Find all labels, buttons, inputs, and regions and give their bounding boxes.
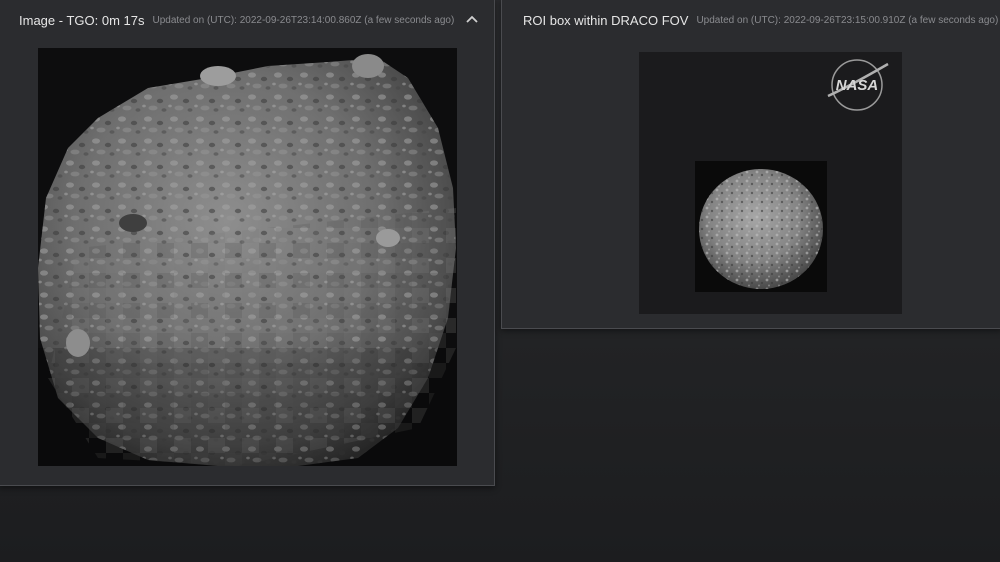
asteroid-close-up-picture [38, 48, 457, 466]
draco-fov-image: NASA [639, 52, 902, 314]
image-panel: Image - TGO: 0m 17s Updated on (UTC): 20… [0, 0, 495, 486]
panel-title: ROI box within DRACO FOV [523, 12, 689, 28]
roi-box [695, 161, 827, 292]
collapse-button[interactable] [462, 9, 482, 29]
nasa-logo-text: NASA [836, 77, 879, 94]
panel-header: Image - TGO: 0m 17s Updated on (UTC): 20… [0, 0, 494, 41]
chevron-up-icon [466, 15, 478, 23]
roi-panel: ROI box within DRACO FOV Updated on (UTC… [501, 0, 1000, 329]
panel-header: ROI box within DRACO FOV Updated on (UTC… [502, 0, 1000, 41]
updated-timestamp: Updated on (UTC): 2022-09-26T23:15:00.91… [696, 14, 999, 26]
asteroid-picture [695, 161, 827, 292]
panel-title: Image - TGO: 0m 17s [19, 12, 145, 28]
nasa-logo: NASA [827, 59, 889, 111]
updated-timestamp: Updated on (UTC): 2022-09-26T23:14:00.86… [152, 14, 455, 26]
asteroid-image [38, 48, 457, 466]
